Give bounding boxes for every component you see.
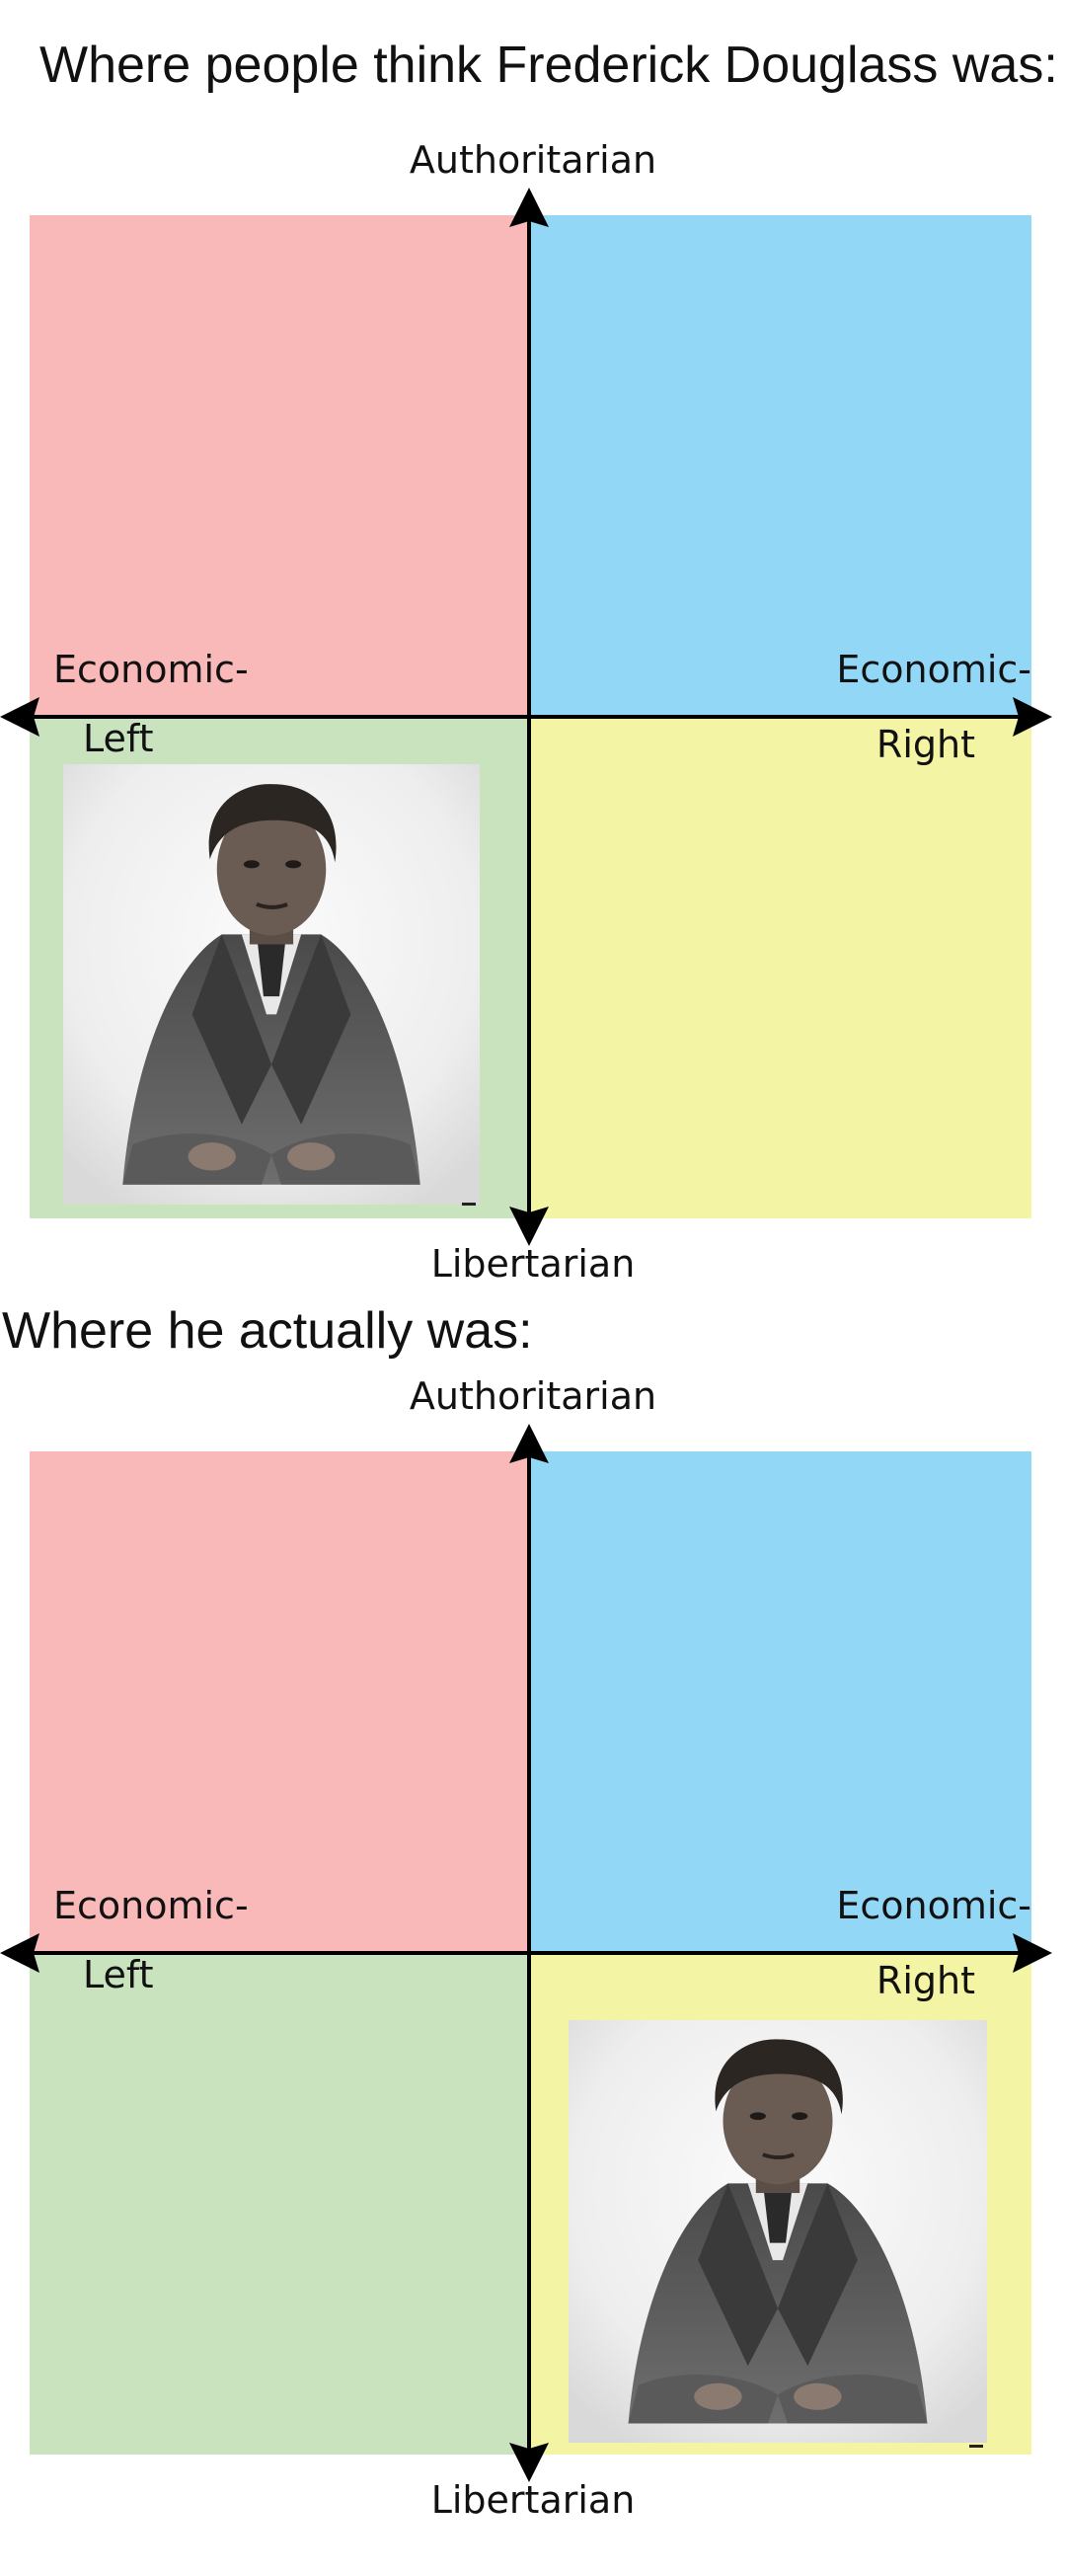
label-economic-left-line2: Left	[83, 1953, 154, 1996]
political-compass-actual: Authoritarian Libertarian Economic- Left…	[0, 1374, 1066, 2522]
label-authoritarian: Authoritarian	[409, 138, 657, 182]
political-compass-perceived: Authoritarian Libertarian Economic- Left…	[0, 138, 1066, 1286]
label-economic-left-line2: Left	[83, 717, 154, 760]
label-economic-right-line2: Right	[876, 1959, 975, 2002]
heading-where-he-actually-was: Where he actually was:	[2, 1302, 533, 1360]
heading-where-people-think: Where people think Frederick Douglass wa…	[39, 37, 1058, 94]
label-economic-right-line2: Right	[876, 723, 975, 766]
arrow-down-icon	[509, 1207, 549, 1246]
label-economic-right-line1: Economic-	[836, 1884, 1031, 1927]
label-economic-right-line1: Economic-	[836, 648, 1031, 691]
label-libertarian: Libertarian	[430, 1242, 636, 1286]
compass-axes	[0, 1424, 1052, 2482]
label-authoritarian: Authoritarian	[409, 1374, 657, 1418]
arrow-up-icon	[509, 188, 549, 227]
arrow-up-icon	[509, 1424, 549, 1463]
compass-axes	[0, 188, 1052, 1246]
arrow-left-icon	[0, 1933, 39, 1973]
label-economic-left-line1: Economic-	[53, 1884, 249, 1927]
arrow-right-icon	[1013, 697, 1052, 737]
arrow-right-icon	[1013, 1933, 1052, 1973]
label-economic-left-line1: Economic-	[53, 648, 249, 691]
arrow-left-icon	[0, 697, 39, 737]
arrow-down-icon	[509, 2443, 549, 2482]
label-libertarian: Libertarian	[430, 2478, 636, 2522]
